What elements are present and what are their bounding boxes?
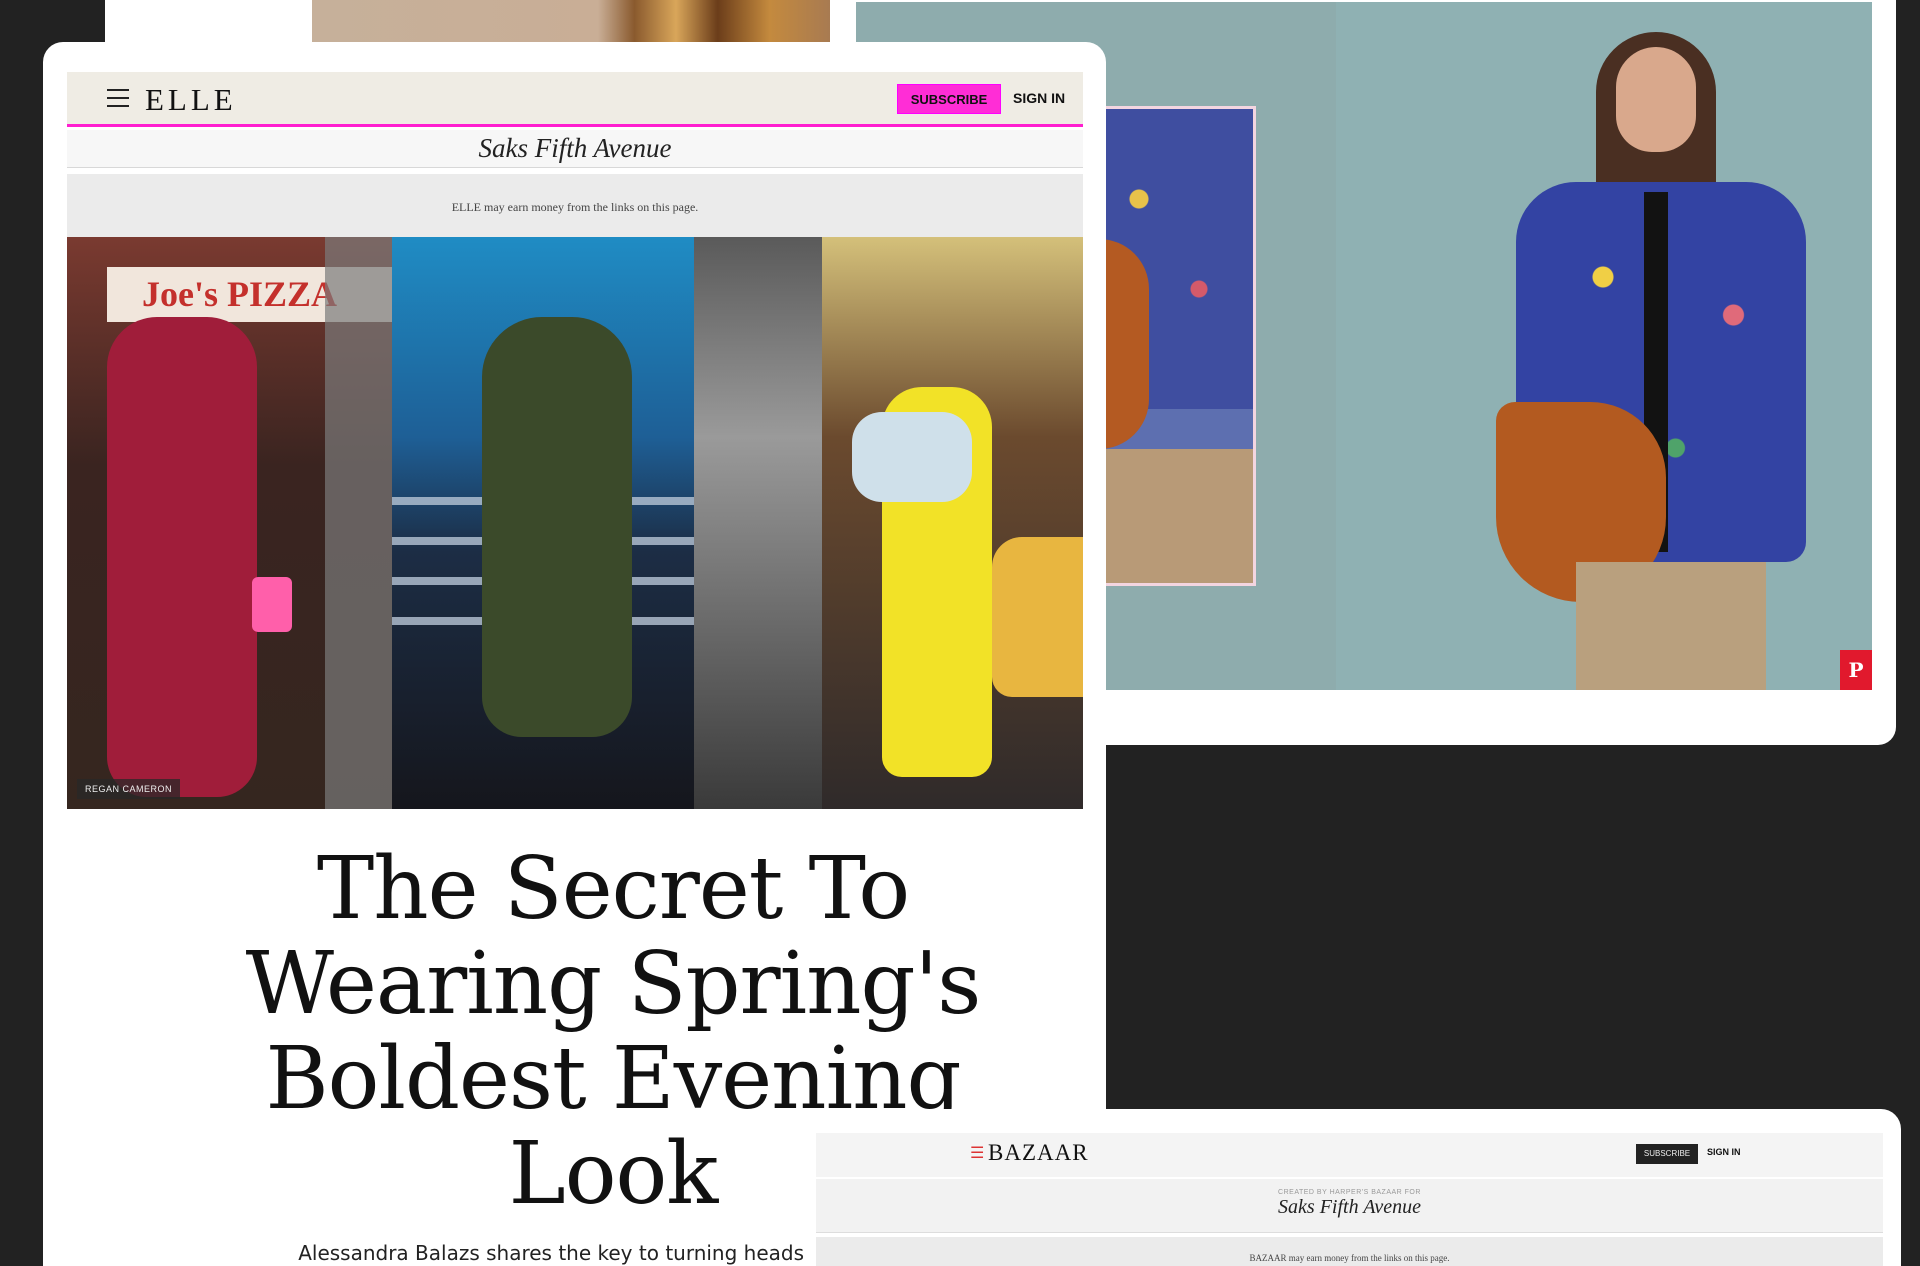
- menu-icon[interactable]: [107, 89, 129, 109]
- elle-header: ELLE SUBSCRIBE SIGN IN: [67, 72, 1083, 127]
- model-face: [1616, 47, 1696, 152]
- model-legs: [1576, 562, 1766, 690]
- sponsor-logo[interactable]: Saks Fifth Avenue: [816, 1196, 1883, 1219]
- elle-article-card: ELLE SUBSCRIBE SIGN IN Saks Fifth Avenue…: [43, 42, 1106, 1266]
- photo-credit: REGAN CAMERON: [77, 779, 181, 799]
- hero-panel-waterfront: [392, 237, 694, 809]
- elle-logo[interactable]: ELLE: [145, 82, 237, 118]
- leopard-print-photo: [312, 0, 832, 42]
- hero-panel-taxi: [822, 237, 1083, 809]
- hero-panel-bw: [694, 237, 822, 809]
- bazaar-logo[interactable]: BAZAAR: [988, 1140, 1089, 1166]
- sign-in-link[interactable]: SIGN IN: [1707, 1147, 1741, 1157]
- yellow-taxi: [992, 537, 1083, 697]
- pinterest-button[interactable]: P: [1840, 650, 1872, 690]
- bazaar-article-card: ☰ BAZAAR SUBSCRIBE SIGN IN CREATED BY HA…: [807, 1109, 1901, 1266]
- sign-in-link[interactable]: SIGN IN: [1013, 90, 1065, 106]
- sponsor-banner: CREATED BY HARPER'S BAZAAR FOR Saks Fift…: [816, 1179, 1883, 1233]
- denim-jacket: [852, 412, 972, 502]
- created-by-label: CREATED BY HARPER'S BAZAAR FOR: [1278, 1189, 1421, 1196]
- affiliate-disclaimer: ELLE may earn money from the links on th…: [67, 174, 1083, 240]
- pleated-dress: [482, 317, 632, 737]
- subscribe-button[interactable]: SUBSCRIBE: [1636, 1144, 1698, 1164]
- sponsor-logo[interactable]: Saks Fifth Avenue: [479, 133, 672, 163]
- red-sequin-dress: [107, 317, 257, 797]
- sponsor-banner: Saks Fifth Avenue: [67, 130, 1083, 168]
- model-figure: [1496, 22, 1816, 690]
- bazaar-header: ☰ BAZAAR SUBSCRIBE SIGN IN: [816, 1133, 1883, 1177]
- affiliate-disclaimer: BAZAAR may earn money from the links on …: [816, 1237, 1883, 1266]
- menu-icon[interactable]: ☰: [970, 1143, 984, 1163]
- hero-strip: [325, 237, 392, 809]
- pink-bag: [252, 577, 292, 632]
- hero-image: Joe's PIZZA REGAN CAMERON: [67, 237, 1083, 809]
- subscribe-button[interactable]: SUBSCRIBE: [897, 84, 1001, 114]
